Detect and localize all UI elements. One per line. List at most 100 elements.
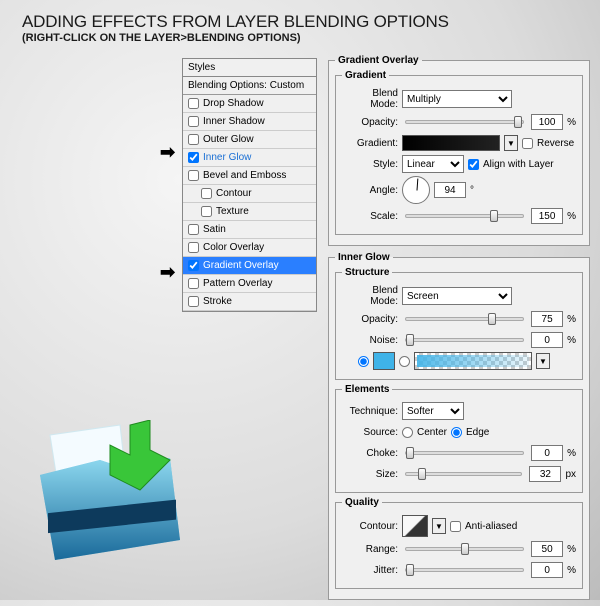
choke-slider[interactable] (405, 451, 524, 455)
style-item-pattern-overlay[interactable]: Pattern Overlay (183, 275, 316, 293)
ig-blend-mode-label: Blend Mode: (342, 285, 398, 307)
choke-input[interactable] (531, 445, 563, 461)
opacity-slider[interactable] (405, 120, 524, 124)
pointer-arrow-2: ➡ (160, 262, 175, 283)
source-center-radio[interactable] (402, 427, 413, 438)
antialiased-label: Anti-aliased (465, 521, 517, 532)
gradient-group: Gradient Blend Mode: Multiply Opacity: %… (335, 70, 583, 235)
blending-options-row[interactable]: Blending Options: Custom (183, 77, 316, 95)
style-checkbox[interactable] (188, 278, 199, 289)
contour-dropdown-btn[interactable]: ▼ (432, 518, 446, 534)
style-checkbox[interactable] (188, 242, 199, 253)
blend-mode-label: Blend Mode: (342, 88, 398, 110)
style-item-color-overlay[interactable]: Color Overlay (183, 239, 316, 257)
align-checkbox[interactable] (468, 159, 479, 170)
style-checkbox[interactable] (188, 98, 199, 109)
ig-opacity-input[interactable] (531, 311, 563, 327)
style-item-gradient-overlay[interactable]: Gradient Overlay (183, 257, 316, 275)
style-item-bevel-and-emboss[interactable]: Bevel and Emboss (183, 167, 316, 185)
style-checkbox[interactable] (188, 170, 199, 181)
angle-label: Angle: (342, 185, 398, 196)
elements-group: Elements Technique: Softer Source: Cente… (335, 384, 583, 493)
choke-unit: % (567, 448, 576, 459)
style-checkbox[interactable] (188, 260, 199, 271)
size-input[interactable] (529, 466, 561, 482)
style-checkbox[interactable] (188, 224, 199, 235)
scale-unit: % (567, 211, 576, 222)
style-checkbox[interactable] (188, 152, 199, 163)
inner-glow-group: Inner Glow Structure Blend Mode: Screen … (328, 252, 590, 600)
scale-label: Scale: (342, 211, 398, 222)
styles-header[interactable]: Styles (183, 59, 316, 77)
noise-input[interactable] (531, 332, 563, 348)
jitter-unit: % (567, 565, 576, 576)
inner-glow-legend: Inner Glow (335, 252, 393, 263)
source-edge-radio[interactable] (451, 427, 462, 438)
style-label: Satin (203, 224, 226, 235)
style-item-stroke[interactable]: Stroke (183, 293, 316, 311)
style-label: Inner Glow (203, 152, 251, 163)
style-label: Contour (216, 188, 252, 199)
ig-gradient-swatch[interactable] (414, 352, 532, 370)
opacity-unit: % (567, 117, 576, 128)
style-item-inner-glow[interactable]: Inner Glow (183, 149, 316, 167)
ig-blend-mode-select[interactable]: Screen (402, 287, 512, 305)
style-item-texture[interactable]: Texture (183, 203, 316, 221)
choke-label: Choke: (342, 448, 398, 459)
jitter-slider[interactable] (405, 568, 524, 572)
contour-swatch[interactable] (402, 515, 428, 537)
folder-illustration (30, 420, 190, 570)
range-slider[interactable] (405, 547, 524, 551)
antialiased-checkbox[interactable] (450, 521, 461, 532)
style-label: Inner Shadow (203, 116, 265, 127)
range-unit: % (567, 544, 576, 555)
gradient-overlay-legend: Gradient Overlay (335, 55, 422, 66)
styles-panel: Styles Blending Options: Custom Drop Sha… (182, 58, 317, 312)
color-swatch[interactable] (373, 352, 395, 370)
range-input[interactable] (531, 541, 563, 557)
options-panel: Gradient Overlay Gradient Blend Mode: Mu… (328, 55, 590, 606)
style-checkbox[interactable] (201, 206, 212, 217)
gradient-label: Gradient: (342, 138, 398, 149)
scale-slider[interactable] (405, 214, 524, 218)
range-label: Range: (342, 544, 398, 555)
scale-input[interactable] (531, 208, 563, 224)
style-checkbox[interactable] (188, 134, 199, 145)
jitter-input[interactable] (531, 562, 563, 578)
style-select[interactable]: Linear (402, 155, 464, 173)
reverse-checkbox[interactable] (522, 138, 533, 149)
gradient-legend: Gradient (342, 70, 389, 81)
style-checkbox[interactable] (201, 188, 212, 199)
structure-group: Structure Blend Mode: Screen Opacity: % … (335, 267, 583, 380)
ig-gradient-dropdown-btn[interactable]: ▼ (536, 353, 550, 369)
angle-dial[interactable] (402, 176, 430, 204)
style-label: Stroke (203, 296, 232, 307)
technique-select[interactable]: Softer (402, 402, 464, 420)
gradient-radio[interactable] (399, 356, 410, 367)
gradient-swatch[interactable] (402, 135, 500, 151)
blend-mode-select[interactable]: Multiply (402, 90, 512, 108)
opacity-input[interactable] (531, 114, 563, 130)
style-label: Pattern Overlay (203, 278, 272, 289)
style-item-drop-shadow[interactable]: Drop Shadow (183, 95, 316, 113)
noise-slider[interactable] (405, 338, 524, 342)
elements-legend: Elements (342, 384, 392, 395)
style-checkbox[interactable] (188, 296, 199, 307)
style-item-contour[interactable]: Contour (183, 185, 316, 203)
style-item-satin[interactable]: Satin (183, 221, 316, 239)
quality-group: Quality Contour: ▼ Anti-aliased Range: %… (335, 497, 583, 589)
contour-label: Contour: (342, 521, 398, 532)
angle-input[interactable] (434, 182, 466, 198)
style-label: Outer Glow (203, 134, 254, 145)
style-label: Drop Shadow (203, 98, 264, 109)
style-item-inner-shadow[interactable]: Inner Shadow (183, 113, 316, 131)
size-slider[interactable] (405, 472, 522, 476)
quality-legend: Quality (342, 497, 382, 508)
color-radio[interactable] (358, 356, 369, 367)
style-checkbox[interactable] (188, 116, 199, 127)
ig-opacity-slider[interactable] (405, 317, 524, 321)
style-item-outer-glow[interactable]: Outer Glow (183, 131, 316, 149)
gradient-dropdown-btn[interactable]: ▼ (504, 135, 518, 151)
style-label: Texture (216, 206, 249, 217)
style-label: Color Overlay (203, 242, 264, 253)
